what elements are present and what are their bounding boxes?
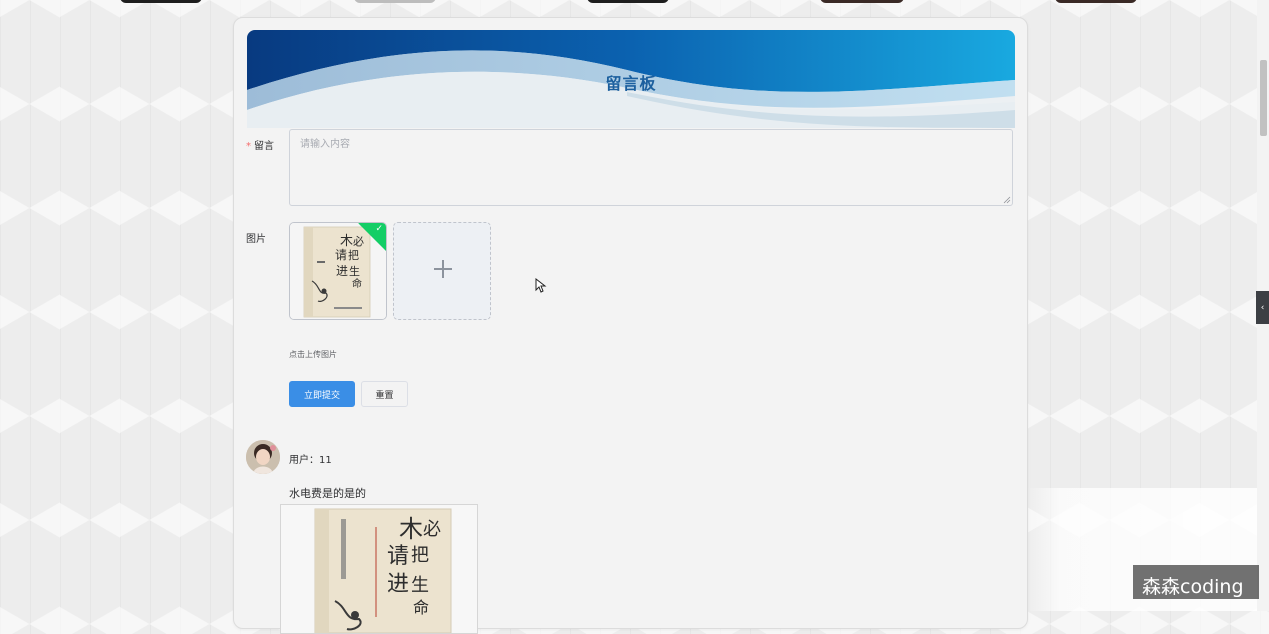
- top-thumb-5: [1055, 0, 1137, 3]
- plus-icon: [434, 260, 452, 278]
- avatar: [246, 440, 280, 474]
- avatar-image: [246, 440, 280, 474]
- svg-text:命: 命: [413, 598, 429, 617]
- svg-text:进: 进: [387, 572, 409, 597]
- svg-text:进: 进: [336, 264, 348, 278]
- message-image[interactable]: 木 必 请 把 进 生 命: [280, 504, 478, 634]
- message-label-row: * 留言: [246, 137, 274, 152]
- top-thumbnail-strip: [0, 0, 1269, 4]
- svg-text:请: 请: [387, 544, 409, 569]
- upload-image-button[interactable]: [393, 222, 491, 320]
- svg-text:木: 木: [399, 515, 423, 543]
- reset-button[interactable]: 重置: [361, 381, 408, 407]
- submit-button[interactable]: 立即提交: [289, 381, 355, 407]
- top-thumb-4: [820, 0, 904, 3]
- message-placeholder: 请输入内容: [300, 139, 350, 150]
- cursor-icon: [535, 278, 547, 293]
- message-textarea[interactable]: 请输入内容: [289, 129, 1013, 206]
- svg-text:把: 把: [411, 545, 429, 566]
- chevron-left-icon: ‹: [1260, 302, 1265, 313]
- svg-text:必: 必: [353, 235, 364, 248]
- check-icon: ✓: [375, 224, 383, 234]
- top-thumb-2: [354, 0, 436, 3]
- message-label: 留言: [254, 141, 274, 152]
- upload-tip: 点击上传图片: [289, 350, 337, 359]
- side-panel-toggle[interactable]: ‹: [1256, 291, 1269, 324]
- svg-text:必: 必: [423, 519, 441, 540]
- watermark: 森森coding: [1142, 576, 1244, 598]
- top-thumb-3: [587, 0, 669, 3]
- image-label: 图片: [246, 234, 266, 245]
- svg-text:木: 木: [340, 234, 353, 249]
- message-board-card: 留言板 * 留言 请输入内容 图片 木 必 请 把 进 生 命 ✓ 点击上传图片…: [233, 17, 1028, 634]
- svg-text:生: 生: [411, 575, 429, 596]
- top-thumb-1: [120, 0, 202, 3]
- uploaded-image-thumbnail[interactable]: 木 必 请 把 进 生 命 ✓: [289, 222, 387, 320]
- resize-handle-icon[interactable]: [1003, 196, 1011, 204]
- svg-text:命: 命: [352, 277, 362, 290]
- message-user: 用户：11: [289, 455, 332, 466]
- message-book-cover: 木 必 请 把 进 生 命: [281, 505, 477, 633]
- message-content: 水电费是的是的: [289, 487, 366, 500]
- scrollbar-thumb[interactable]: [1260, 60, 1267, 136]
- page-title: 留言板: [605, 74, 657, 93]
- banner: 留言板: [247, 30, 1015, 128]
- svg-text:请: 请: [335, 248, 347, 262]
- required-mark: *: [246, 141, 251, 152]
- svg-text:把: 把: [348, 248, 359, 262]
- svg-text:生: 生: [349, 264, 360, 278]
